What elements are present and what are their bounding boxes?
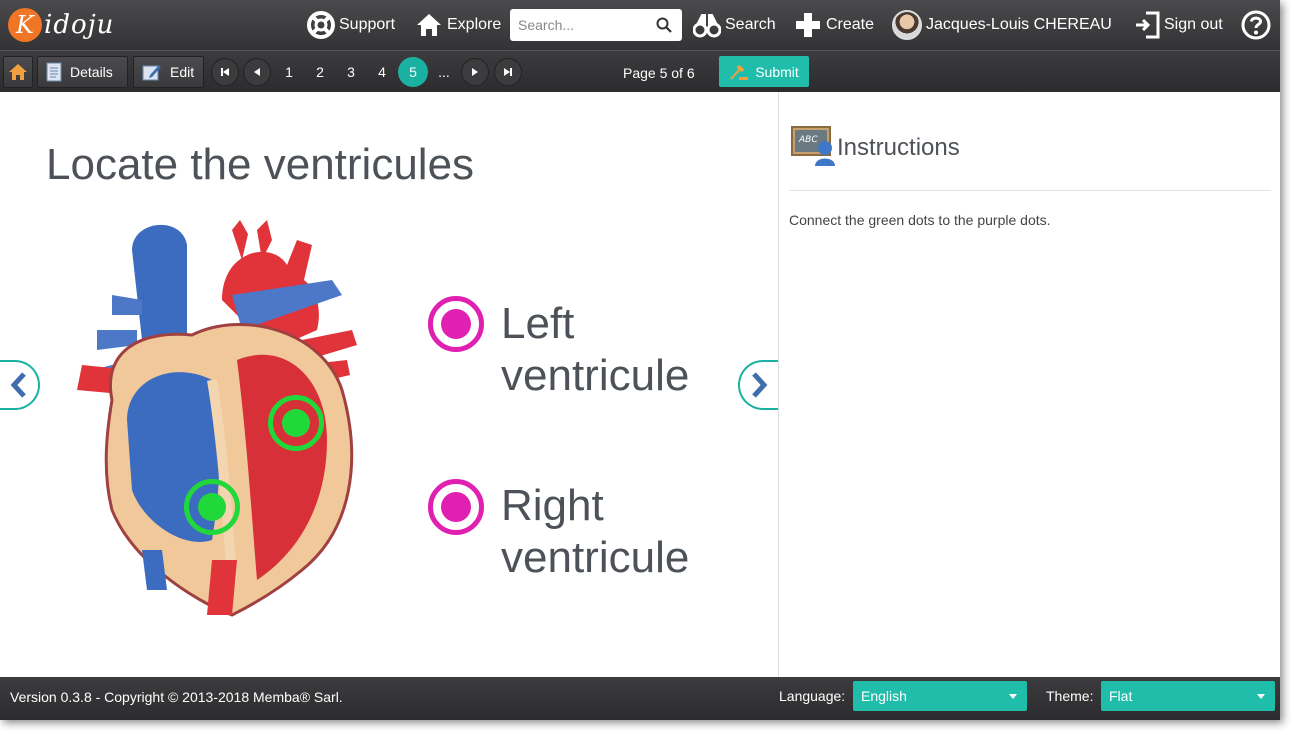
magnifier-icon[interactable] [656,17,672,33]
create-link[interactable]: Create [794,0,874,50]
top-navbar: K idoju Support Explore Search... Search… [0,0,1280,50]
first-page-button[interactable] [211,58,239,86]
green-dot-left-ventricle[interactable] [268,395,324,451]
edit-button[interactable]: Edit [133,56,204,88]
page-button-4[interactable]: 4 [368,58,396,86]
theme-value: Flat [1109,688,1133,704]
toolbar: Details Edit 1 2 3 4 5 ... Page 5 of 6 S… [0,50,1280,92]
edit-label: Edit [170,64,195,80]
page-button-2[interactable]: 2 [306,58,334,86]
page-title: Locate the ventricules [46,140,475,189]
signout-label: Sign out [1164,16,1223,33]
search-input[interactable] [518,11,658,39]
chevron-left-icon [10,372,26,398]
next-page-icon [472,68,478,76]
kidoju-logo[interactable]: K idoju [8,6,114,44]
gavel-icon [730,64,749,80]
language-select[interactable]: English [853,681,1027,711]
page-ellipsis[interactable]: ... [430,58,458,86]
instructions-panel: ABC Instructions Connect the green dots … [778,92,1280,677]
caret-down-icon [1257,694,1265,699]
logo-text: idoju [44,10,115,40]
lifebuoy-icon [307,11,335,39]
details-label: Details [70,64,113,80]
green-dot-right-ventricle[interactable] [184,479,240,535]
home-icon [417,14,441,36]
home-button[interactable] [3,56,33,88]
prev-page-icon [254,68,260,76]
first-page-icon [221,68,229,76]
caret-down-icon [1009,694,1017,699]
search-nav-label: Search [725,16,776,33]
submit-label: Submit [755,63,799,80]
theme-select[interactable]: Flat [1101,681,1275,711]
app-window: K idoju Support Explore Search... Search… [0,0,1280,720]
next-page-arrow[interactable] [738,360,778,410]
document-icon [46,62,62,82]
page-button-5-active[interactable]: 5 [398,57,428,87]
support-label: Support [339,16,396,33]
last-page-icon [504,68,512,76]
chevron-right-icon [752,372,768,398]
details-button[interactable]: Details [37,56,128,88]
blackboard-teacher-icon: ABC [791,126,835,166]
edit-icon [142,65,161,81]
purple-dot-right-label[interactable] [428,479,484,535]
last-page-button[interactable] [494,58,522,86]
search-box [510,9,682,41]
page-button-3[interactable]: 3 [337,58,365,86]
signout-icon [1136,11,1160,39]
user-name: Jacques-Louis CHEREAU [926,16,1112,33]
submit-button[interactable]: Submit [719,56,809,87]
stage-area: Locate the ventricules Left ventricule R… [0,92,778,677]
avatar [892,10,922,40]
previous-page-arrow[interactable] [0,360,40,410]
left-ventricle-label: Left ventricule [501,299,690,400]
right-ventricle-label: Right ventricule [501,481,690,582]
signout-link[interactable]: Sign out [1134,0,1223,50]
search-link[interactable]: Search [693,0,776,50]
language-value: English [861,688,907,704]
version-copyright: Version 0.3.8 - Copyright © 2013-2018 Me… [10,689,343,705]
language-label: Language: [779,688,846,704]
home-icon [9,64,27,80]
help-button[interactable] [1241,0,1275,50]
prev-page-button[interactable] [243,58,271,86]
footer: Version 0.3.8 - Copyright © 2013-2018 Me… [0,677,1280,720]
theme-label: Theme: [1046,688,1094,704]
instructions-title: Instructions [837,134,960,161]
next-page-button[interactable] [461,58,489,86]
icon-abc-text: ABC [798,135,818,145]
page-button-1[interactable]: 1 [275,58,303,86]
explore-link[interactable]: Explore [415,0,501,50]
divider [789,190,1271,191]
binoculars-icon [693,14,721,38]
instructions-text: Connect the green dots to the purple dot… [789,212,1051,228]
plus-icon [796,13,820,37]
purple-dot-left-label[interactable] [428,296,484,352]
page-info: Page 5 of 6 [623,65,695,81]
explore-label: Explore [447,16,502,33]
create-label: Create [826,16,875,33]
support-link[interactable]: Support [307,0,395,50]
help-icon [1241,10,1271,40]
user-menu[interactable]: Jacques-Louis CHEREAU [892,0,1112,50]
logo-letter: K [8,8,42,42]
